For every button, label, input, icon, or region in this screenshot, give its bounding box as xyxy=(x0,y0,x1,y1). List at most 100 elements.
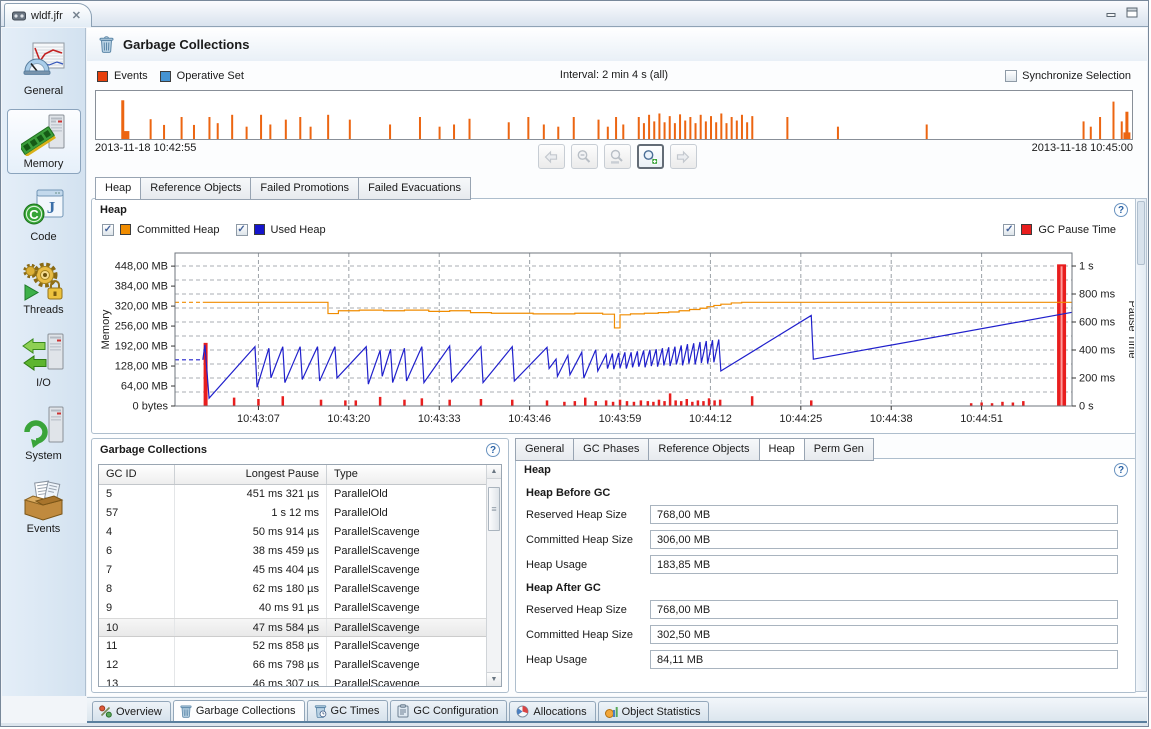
editor-tab-title: wldf.jfr xyxy=(31,10,63,22)
sidebar-item-threads[interactable]: Threads xyxy=(7,255,81,320)
bottom-tab-gc-times[interactable]: GC Times xyxy=(307,700,389,721)
bottom-tab-overview[interactable]: Overview xyxy=(92,701,171,721)
maximize-button[interactable] xyxy=(1126,7,1138,18)
heap-chart[interactable]: 448,00 MB384,00 MB320,00 MB256,00 MB192,… xyxy=(94,247,1134,427)
detail-tab-heap[interactable]: Heap xyxy=(760,438,805,461)
detail-tab-general[interactable]: General xyxy=(515,438,574,461)
table-cell: 38 ms 459 µs xyxy=(175,542,327,561)
zoom-out-button[interactable] xyxy=(571,144,598,169)
help-icon[interactable] xyxy=(1114,203,1128,217)
field-value-reserved-heap-size[interactable]: 768,00 MB xyxy=(650,505,1118,524)
sidebar-item-events[interactable]: Events xyxy=(7,474,81,539)
column-header-longest-pause[interactable]: Longest Pause xyxy=(175,465,327,484)
scroll-up-arrow[interactable]: ▲ xyxy=(487,465,501,479)
table-cell: 10 xyxy=(99,619,175,636)
table-row[interactable]: 1266 ms 798 µsParallelScavenge xyxy=(99,656,501,675)
sidebar-item-label: Memory xyxy=(8,158,80,170)
table-cell: ParallelOld xyxy=(327,504,486,523)
field-value-committed-heap-size[interactable]: 302,50 MB xyxy=(650,625,1118,644)
heap-detail-panel: Heap Heap Before GCReserved Heap Size768… xyxy=(515,458,1137,693)
events-icon xyxy=(8,479,80,521)
scrollbar-thumb[interactable] xyxy=(1137,201,1145,265)
table-row[interactable]: 745 ms 404 µsParallelScavenge xyxy=(99,561,501,580)
table-row[interactable]: 1346 ms 307 µsParallelScavenge xyxy=(99,675,501,687)
minimize-button[interactable] xyxy=(1106,8,1117,18)
sidebar-item-code[interactable]: JCCode xyxy=(7,182,81,247)
table-cell: 66 ms 798 µs xyxy=(175,656,327,675)
table-cell: 45 ms 404 µs xyxy=(175,561,327,580)
editor-tab-wldf[interactable]: wldf.jfr ✕ xyxy=(4,3,92,27)
table-cell: 12 xyxy=(99,656,175,675)
table-scrollbar[interactable]: ▲ ▼ xyxy=(486,465,501,686)
sidebar-item-system[interactable]: System xyxy=(7,401,81,466)
field-value-committed-heap-size[interactable]: 306,00 MB xyxy=(650,530,1118,549)
scrollbar-thumb[interactable] xyxy=(488,487,500,531)
table-row[interactable]: 940 ms 91 µsParallelScavenge xyxy=(99,599,501,618)
table-cell: ParallelScavenge xyxy=(327,561,486,580)
table-row[interactable]: 571 s 12 msParallelOld xyxy=(99,504,501,523)
field-value-heap-usage[interactable]: 183,85 MB xyxy=(650,555,1118,574)
table-row[interactable]: 5451 ms 321 µsParallelOld xyxy=(99,485,501,504)
column-header-gc-id[interactable]: GC ID xyxy=(99,465,175,484)
table-cell: ParallelOld xyxy=(327,485,486,504)
field-value-reserved-heap-size[interactable]: 768,00 MB xyxy=(650,600,1118,619)
help-icon[interactable] xyxy=(1114,463,1128,477)
tab-failed-promotions[interactable]: Failed Promotions xyxy=(251,177,359,200)
committed-heap-checkbox[interactable] xyxy=(102,224,114,236)
table-cell: 1 s 12 ms xyxy=(175,504,327,523)
tab-heap[interactable]: Heap xyxy=(95,177,141,200)
editor-tabstrip: wldf.jfr ✕ xyxy=(1,1,1148,27)
heap-section-title: Heap xyxy=(100,204,127,216)
bottom-tab-gc-configuration[interactable]: GC Configuration xyxy=(390,700,507,721)
table-cell: 6 xyxy=(99,542,175,561)
gc-pause-time-checkbox[interactable] xyxy=(1003,224,1015,236)
editor-scrollbar[interactable] xyxy=(1135,198,1147,692)
memory-icon xyxy=(8,114,80,156)
svg-text:200 ms: 200 ms xyxy=(1079,373,1116,385)
svg-text:320,00 MB: 320,00 MB xyxy=(115,301,168,313)
page-title: Garbage Collections xyxy=(123,37,249,52)
overview-icon xyxy=(99,705,112,718)
table-cell: ParallelScavenge xyxy=(327,675,486,687)
used-heap-checkbox[interactable] xyxy=(236,224,248,236)
svg-text:256,00 MB: 256,00 MB xyxy=(115,321,168,333)
tab-failed-evacuations[interactable]: Failed Evacuations xyxy=(359,177,471,200)
scroll-down-arrow[interactable]: ▼ xyxy=(487,672,501,686)
forward-icon xyxy=(675,150,691,164)
zoom-out-icon xyxy=(576,149,592,165)
table-cell: ParallelScavenge xyxy=(327,599,486,618)
field-value-heap-usage[interactable]: 84,11 MB xyxy=(650,650,1118,669)
zoom-range-button[interactable] xyxy=(604,144,631,169)
field-label-committed-heap-size: Committed Heap Size xyxy=(526,534,650,546)
code-icon: JC xyxy=(8,187,80,229)
help-icon[interactable] xyxy=(486,443,500,457)
sidebar-item-memory[interactable]: Memory xyxy=(7,109,81,174)
trash-icon xyxy=(180,704,192,718)
synchronize-selection-checkbox[interactable] xyxy=(1005,70,1017,82)
back-button[interactable] xyxy=(538,144,565,169)
event-timeline-chart[interactable] xyxy=(95,90,1133,140)
table-row[interactable]: 1152 ms 858 µsParallelScavenge xyxy=(99,637,501,656)
column-header-type[interactable]: Type xyxy=(327,465,486,484)
table-cell: 4 xyxy=(99,523,175,542)
detail-tab-gc-phases[interactable]: GC Phases xyxy=(574,438,649,461)
forward-button[interactable] xyxy=(670,144,697,169)
detail-tab-reference-objects[interactable]: Reference Objects xyxy=(649,438,759,461)
tab-reference-objects[interactable]: Reference Objects xyxy=(141,177,251,200)
svg-text:Pause Time: Pause Time xyxy=(1126,300,1134,358)
table-row[interactable]: 638 ms 459 µsParallelScavenge xyxy=(99,542,501,561)
table-row[interactable]: 450 ms 914 µsParallelScavenge xyxy=(99,523,501,542)
table-row[interactable]: 862 ms 180 µsParallelScavenge xyxy=(99,580,501,599)
sidebar-item-i-o[interactable]: I/O xyxy=(7,328,81,393)
gc-pause-time-legend-chip xyxy=(1021,224,1032,235)
gc-table-header[interactable]: GC IDLongest PauseType xyxy=(99,465,501,485)
table-row[interactable]: 1047 ms 584 µsParallelScavenge xyxy=(99,618,501,637)
bottom-tab-garbage-collections[interactable]: Garbage Collections xyxy=(173,700,305,721)
close-icon[interactable]: ✕ xyxy=(72,9,81,22)
bottom-tab-allocations[interactable]: Allocations xyxy=(509,701,595,721)
bottom-tab-object-statistics[interactable]: Object Statistics xyxy=(598,701,710,721)
detail-tab-perm-gen[interactable]: Perm Gen xyxy=(805,438,874,461)
sidebar-item-general[interactable]: General xyxy=(7,36,81,101)
zoom-in-button[interactable] xyxy=(637,144,664,169)
bottom-tab-label: Garbage Collections xyxy=(196,705,296,717)
